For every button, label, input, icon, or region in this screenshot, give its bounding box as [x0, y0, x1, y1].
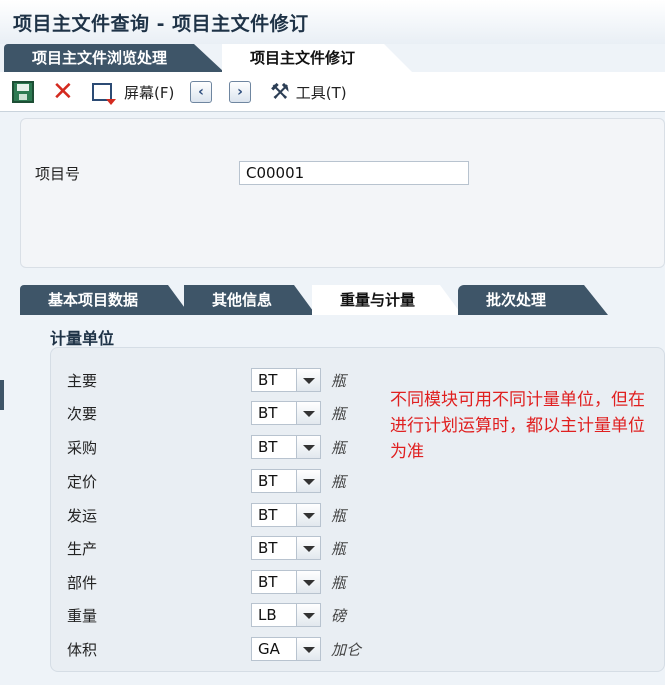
- uom-select-weight[interactable]: LB: [251, 603, 321, 627]
- chevron-down-icon[interactable]: [296, 369, 320, 391]
- chevron-down-icon[interactable]: [296, 504, 320, 526]
- uom-description: 加仑: [331, 641, 362, 659]
- chevron-down-icon[interactable]: [296, 436, 320, 458]
- tab-other-info[interactable]: 其他信息: [184, 285, 316, 315]
- uom-select-secondary[interactable]: BT: [251, 401, 321, 425]
- uom-row-primary: 主要 BT 瓶: [51, 368, 371, 394]
- cancel-button[interactable]: ✕: [52, 79, 74, 105]
- previous-record-button[interactable]: ‹: [190, 79, 212, 105]
- tab-item-master-browse[interactable]: 项目主文件浏览处理: [4, 44, 224, 72]
- uom-label: 采购: [67, 439, 98, 457]
- uom-label: 定价: [67, 473, 98, 491]
- uom-select-primary[interactable]: BT: [251, 368, 321, 392]
- tab-basic-item-data[interactable]: 基本项目数据: [20, 285, 190, 315]
- window-title: 项目主文件查询 - 项目主文件修订: [13, 13, 309, 35]
- app-tab-bar: 项目主文件浏览处理 项目主文件修订: [0, 44, 665, 72]
- uom-label: 生产: [67, 540, 98, 558]
- uom-select-shipping[interactable]: BT: [251, 503, 321, 527]
- screen-menu-label: 屏幕(F): [124, 83, 175, 102]
- uom-row-volume: 体积 GA 加仑: [51, 637, 371, 663]
- uom-row-production: 生产 BT 瓶: [51, 536, 371, 562]
- screen-menu-button[interactable]: 屏幕(F): [92, 79, 174, 105]
- chevron-down-icon[interactable]: [296, 571, 320, 593]
- annotation-note: 不同模块可用不同计量单位，但在进行计划运算时，都以主计量单位为准: [390, 390, 645, 462]
- uom-value: BT: [258, 438, 278, 456]
- screen-icon: [92, 83, 116, 105]
- uom-row-component: 部件 BT 瓶: [51, 570, 371, 596]
- uom-value: GA: [258, 640, 280, 658]
- chevron-right-icon: ›: [229, 81, 251, 103]
- uom-value: BT: [258, 506, 278, 524]
- uom-row-shipping: 发运 BT 瓶: [51, 503, 371, 529]
- sub-tab-bar: 基本项目数据 其他信息 重量与计量 批次处理: [20, 285, 665, 315]
- uom-row-purchasing: 采购 BT 瓶: [51, 435, 371, 461]
- uom-description: 瓶: [331, 540, 347, 558]
- uom-row-secondary: 次要 BT 瓶: [51, 401, 371, 427]
- item-number-label: 项目号: [35, 165, 81, 183]
- uom-label: 主要: [67, 372, 98, 390]
- item-number-field[interactable]: C00001: [239, 161, 469, 185]
- tools-menu-button[interactable]: ⚒ 工具(T): [270, 79, 347, 105]
- uom-select-volume[interactable]: GA: [251, 637, 321, 661]
- close-icon: ✕: [52, 77, 74, 107]
- tab-weight-measure[interactable]: 重量与计量: [312, 285, 462, 315]
- next-record-button[interactable]: ›: [229, 79, 251, 105]
- uom-description: 瓶: [331, 372, 347, 390]
- chevron-down-icon[interactable]: [296, 638, 320, 660]
- uom-description: 瓶: [331, 439, 347, 457]
- uom-description: 磅: [331, 607, 347, 625]
- uom-value: LB: [258, 606, 277, 624]
- uom-value: BT: [258, 404, 278, 422]
- window-edge: [0, 380, 4, 410]
- uom-value: BT: [258, 539, 278, 557]
- uom-select-component[interactable]: BT: [251, 570, 321, 594]
- tab-lot-processing[interactable]: 批次处理: [458, 285, 608, 315]
- weight-measure-panel: 计量单位 主要 BT 瓶 次要 BT 瓶 采购 BT 瓶 定价 BT 瓶 发运 …: [20, 315, 665, 685]
- uom-value: BT: [258, 472, 278, 490]
- uom-label: 部件: [67, 574, 98, 592]
- uom-label: 发运: [67, 507, 98, 525]
- uom-value: BT: [258, 371, 278, 389]
- tab-item-master-revision[interactable]: 项目主文件修订: [222, 44, 412, 72]
- header-panel: 项目号 C00001: [20, 118, 665, 268]
- chevron-down-icon[interactable]: [296, 470, 320, 492]
- uom-description: 瓶: [331, 405, 347, 423]
- uom-select-purchasing[interactable]: BT: [251, 435, 321, 459]
- save-button[interactable]: [12, 79, 34, 105]
- uom-label: 次要: [67, 405, 98, 423]
- chevron-down-icon[interactable]: [296, 402, 320, 424]
- uom-value: BT: [258, 573, 278, 591]
- uom-description: 瓶: [331, 507, 347, 525]
- tools-menu-label: 工具(T): [295, 83, 347, 102]
- chevron-down-icon[interactable]: [296, 537, 320, 559]
- uom-row-pricing: 定价 BT 瓶: [51, 469, 371, 495]
- tools-icon: ⚒: [270, 79, 290, 105]
- uom-description: 瓶: [331, 574, 347, 592]
- title-bar: 项目主文件查询 - 项目主文件修订: [0, 0, 665, 44]
- uom-select-pricing[interactable]: BT: [251, 469, 321, 493]
- save-icon: [12, 81, 34, 103]
- chevron-down-icon[interactable]: [296, 604, 320, 626]
- uom-label: 体积: [67, 641, 98, 659]
- uom-section-title: 计量单位: [50, 329, 115, 348]
- uom-description: 瓶: [331, 473, 347, 491]
- chevron-left-icon: ‹: [190, 81, 212, 103]
- uom-label: 重量: [67, 607, 98, 625]
- uom-row-weight: 重量 LB 磅: [51, 603, 371, 629]
- toolbar: ✕ 屏幕(F) ‹ › ⚒ 工具(T): [0, 72, 665, 112]
- uom-select-production[interactable]: BT: [251, 536, 321, 560]
